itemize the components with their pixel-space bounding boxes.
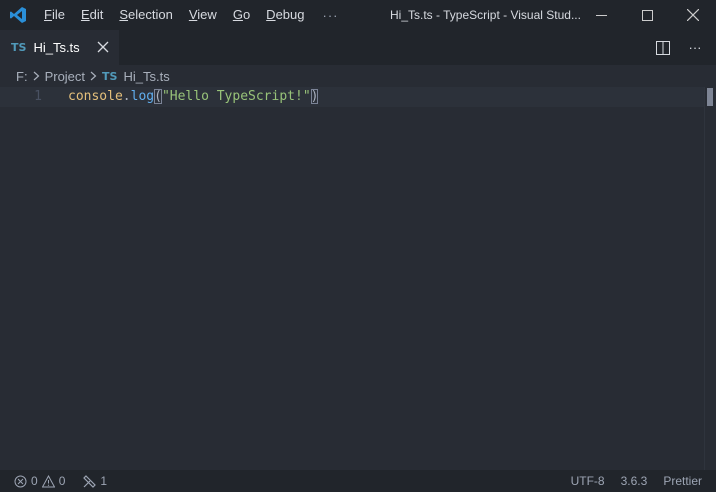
breadcrumb-folder[interactable]: Project (45, 69, 85, 84)
vertical-scrollbar[interactable] (704, 87, 716, 470)
menu-more-button[interactable]: ··· (312, 8, 348, 23)
breadcrumb-drive[interactable]: F: (16, 69, 28, 84)
menu-debug[interactable]: Debug (258, 0, 312, 30)
problems-indicator[interactable]: 0 0 (14, 474, 65, 488)
menu-view[interactable]: View (181, 0, 225, 30)
minimize-button[interactable] (578, 0, 624, 30)
warning-count: 0 (58, 474, 66, 488)
typescript-version[interactable]: 3.6.3 (621, 474, 648, 488)
editor-actions: ··· (654, 30, 704, 65)
split-editor-icon (656, 40, 670, 55)
maximize-button[interactable] (624, 0, 670, 30)
more-actions-button[interactable]: ··· (686, 39, 704, 57)
tools-indicator[interactable]: 1 (83, 474, 107, 488)
menu-selection[interactable]: Selection (111, 0, 180, 30)
tab-hi-ts[interactable]: TS Hi_Ts.ts (0, 30, 119, 65)
token-string: "Hello TypeScript!" (161, 89, 311, 104)
menu-edit[interactable]: Edit (73, 0, 111, 30)
token-dot: . (122, 89, 131, 104)
close-window-button[interactable] (670, 0, 716, 30)
menu-file[interactable]: File (36, 0, 73, 30)
line-number: 1 (34, 89, 42, 104)
typescript-file-icon: TS (11, 41, 27, 54)
menu-bar: File Edit Selection View Go Debug ··· (36, 0, 348, 30)
title-bar: File Edit Selection View Go Debug ··· Hi… (0, 0, 716, 30)
tab-bar: TS Hi_Ts.ts ··· (0, 30, 716, 65)
maximize-icon (641, 9, 653, 21)
tools-count: 1 (100, 474, 108, 488)
encoding-indicator[interactable]: UTF-8 (571, 474, 605, 488)
window-title: Hi_Ts.ts - TypeScript - Visual Stud... (390, 8, 581, 22)
token-object: console (68, 89, 123, 104)
warning-icon (41, 474, 55, 487)
menu-go[interactable]: Go (225, 0, 258, 30)
error-icon (14, 475, 27, 487)
scrollbar-cursor-marker (707, 88, 713, 106)
tab-close-icon[interactable] (97, 41, 109, 53)
breadcrumb: F: Project TS Hi_Ts.ts (0, 65, 716, 87)
token-method: log (130, 89, 155, 104)
breadcrumb-file[interactable]: Hi_Ts.ts (123, 69, 169, 84)
chevron-right-icon (90, 71, 97, 81)
token-close-paren: ) (310, 89, 319, 104)
status-bar: 0 0 1 UTF-8 3.6.3 Prettier (0, 470, 716, 492)
error-count: 0 (31, 474, 38, 488)
close-icon (687, 9, 699, 21)
window-controls (578, 0, 716, 30)
tools-icon (83, 474, 97, 488)
vscode-logo-icon (0, 0, 36, 30)
minimize-icon (595, 14, 607, 16)
code-editor[interactable]: 1 console.log("Hello TypeScript!") (0, 87, 716, 470)
token-open-paren: ( (154, 89, 162, 104)
chevron-right-icon (33, 71, 40, 81)
current-line-highlight: 1 console.log("Hello TypeScript!") (0, 87, 704, 107)
code-line[interactable]: console.log("Hello TypeScript!") (68, 87, 319, 107)
typescript-file-icon: TS (102, 69, 118, 83)
formatter-indicator[interactable]: Prettier (663, 474, 702, 488)
split-editor-button[interactable] (654, 39, 672, 57)
tab-label: Hi_Ts.ts (33, 40, 80, 55)
